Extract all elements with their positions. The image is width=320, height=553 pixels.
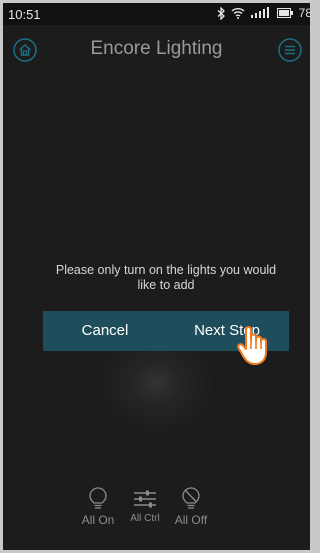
bulb-off-icon bbox=[182, 487, 200, 509]
bulb-icon bbox=[89, 487, 107, 509]
status-icons: 78 bbox=[217, 6, 310, 20]
menu-icon bbox=[278, 38, 302, 62]
pointer-hand-icon bbox=[237, 326, 267, 365]
title-bar: Encore Lighting bbox=[3, 25, 310, 75]
all-ctrl-button[interactable]: All Ctrl bbox=[123, 487, 167, 524]
bottom-toolbar: All On All Ctrl All Off bbox=[3, 487, 310, 547]
sliders-icon bbox=[134, 490, 156, 508]
all-on-label: All On bbox=[81, 513, 115, 527]
battery-level: 78 bbox=[298, 6, 310, 20]
instruction-text: Please only turn on the lights you would… bbox=[55, 263, 277, 292]
status-bar: 10:51 78 bbox=[3, 3, 310, 25]
app-screen: 10:51 78 Encore Lighting Please only tur… bbox=[3, 3, 310, 550]
all-on-button[interactable]: All On bbox=[76, 487, 120, 527]
bluetooth-icon bbox=[217, 6, 225, 20]
cancel-button[interactable]: Cancel bbox=[43, 311, 167, 351]
menu-button[interactable] bbox=[278, 38, 302, 62]
wifi-icon bbox=[231, 8, 245, 19]
status-time: 10:51 bbox=[8, 7, 41, 22]
battery-icon bbox=[276, 8, 293, 18]
page-title: Encore Lighting bbox=[90, 38, 223, 59]
all-off-label: All Off bbox=[174, 513, 208, 527]
signal-icon bbox=[250, 7, 269, 18]
all-off-button[interactable]: All Off bbox=[169, 487, 213, 527]
all-ctrl-label: All Ctrl bbox=[130, 513, 160, 524]
